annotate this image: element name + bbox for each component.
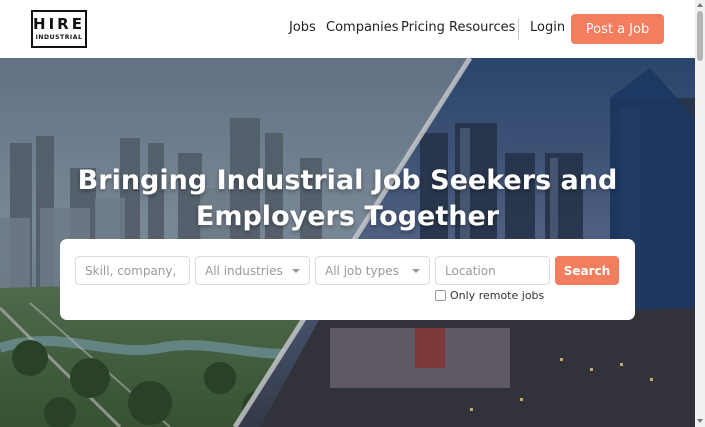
chevron-down-icon — [292, 269, 300, 273]
keyword-field[interactable] — [75, 256, 190, 285]
nav-companies[interactable]: Companies — [326, 20, 399, 35]
nav-jobs[interactable]: Jobs — [289, 20, 316, 35]
nav-pricing[interactable]: Pricing — [401, 20, 445, 35]
logo-sub-text: INDUSTRIAL — [35, 33, 83, 41]
hero-headline: Bringing Industrial Job Seekers and Empl… — [0, 163, 695, 235]
job-search-card: All industries All job types Search Only… — [60, 239, 635, 320]
location-input[interactable] — [436, 257, 549, 284]
scroll-down-arrow-icon[interactable] — [697, 419, 703, 423]
industry-select-value: All industries — [205, 263, 283, 278]
hero-headline-line2: Employers Together — [195, 201, 500, 232]
industry-select[interactable]: All industries — [195, 256, 310, 285]
post-a-job-button[interactable]: Post a Job — [571, 14, 664, 44]
nav-resources[interactable]: Resources — [449, 20, 515, 35]
site-header: HIRE INDUSTRIAL Jobs Companies Pricing R… — [0, 0, 695, 58]
page-scrollbar[interactable] — [695, 0, 705, 427]
hero-section: Bringing Industrial Job Seekers and Empl… — [0, 58, 695, 427]
keyword-input[interactable] — [76, 257, 189, 284]
job-type-select[interactable]: All job types — [315, 256, 430, 285]
logo-main-text: HIRE — [33, 14, 85, 33]
nav-divider — [518, 18, 519, 40]
scroll-up-arrow-icon[interactable] — [697, 3, 703, 7]
remote-jobs-label: Only remote jobs — [450, 289, 545, 302]
chevron-down-icon — [412, 269, 420, 273]
hero-headline-line1: Bringing Industrial Job Seekers and — [77, 165, 618, 196]
hire-industrial-logo[interactable]: HIRE INDUSTRIAL — [31, 10, 87, 48]
login-link[interactable]: Login — [530, 20, 565, 35]
location-field[interactable] — [435, 256, 550, 285]
scrollbar-thumb[interactable] — [697, 11, 703, 61]
search-button[interactable]: Search — [555, 256, 619, 285]
job-type-select-value: All job types — [325, 263, 399, 278]
remote-jobs-checkbox[interactable] — [435, 290, 446, 301]
remote-jobs-option[interactable]: Only remote jobs — [435, 289, 544, 302]
